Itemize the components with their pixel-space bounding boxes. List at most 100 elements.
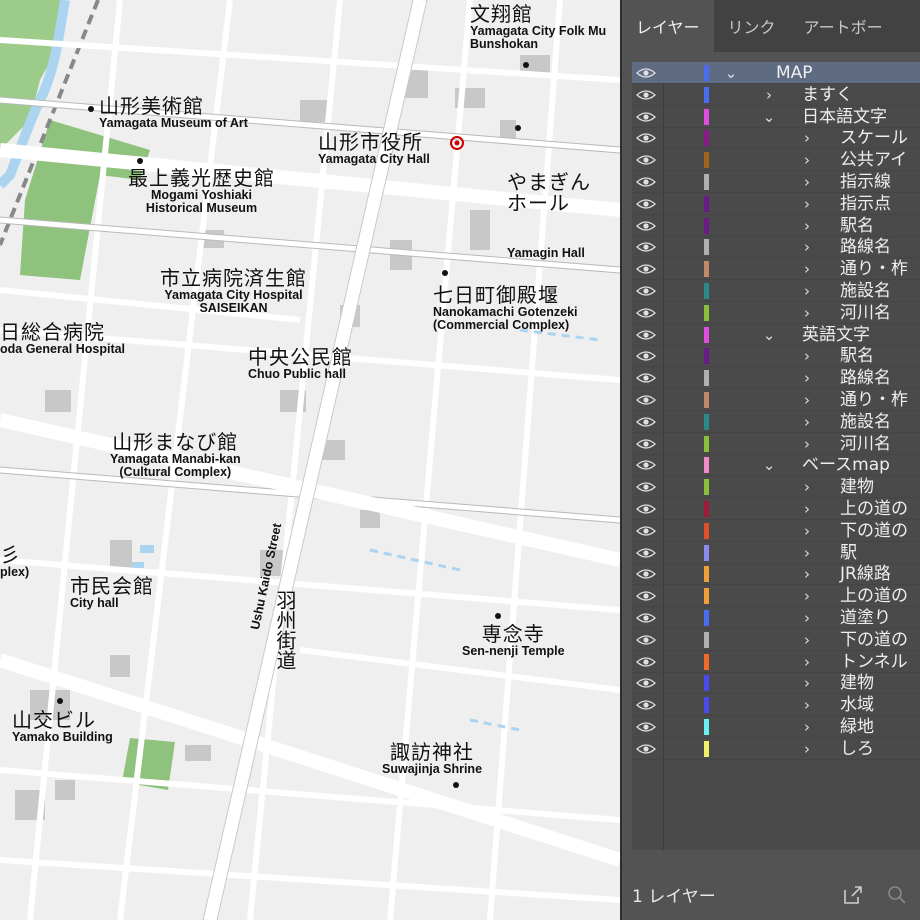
layer-row[interactable]: › 路線名 — [632, 367, 920, 390]
eye-icon[interactable] — [636, 503, 656, 515]
tab-layers[interactable]: レイヤー — [622, 0, 714, 52]
chevron-right-icon[interactable]: › — [800, 651, 814, 673]
eye-icon[interactable] — [636, 547, 656, 559]
eye-icon[interactable] — [636, 459, 656, 471]
layer-row[interactable]: › 通り・柞 — [632, 258, 920, 281]
eye-icon[interactable] — [636, 307, 656, 319]
chevron-down-icon[interactable]: ⌄ — [762, 324, 776, 346]
layer-row[interactable]: › ますく — [632, 84, 920, 106]
eye-icon[interactable] — [636, 154, 656, 166]
chevron-right-icon[interactable]: › — [800, 738, 814, 760]
eye-icon[interactable] — [636, 743, 656, 755]
chevron-right-icon[interactable]: › — [800, 694, 814, 716]
chevron-right-icon[interactable]: › — [800, 629, 814, 651]
chevron-right-icon[interactable]: › — [800, 215, 814, 237]
eye-icon[interactable] — [636, 699, 656, 711]
layer-row[interactable]: › しろ — [632, 738, 920, 760]
chevron-right-icon[interactable]: › — [800, 563, 814, 585]
layer-row[interactable]: › 建物 — [632, 672, 920, 695]
layer-row[interactable]: › 河川名 — [632, 302, 920, 324]
eye-icon[interactable] — [636, 285, 656, 297]
layer-row[interactable]: › 上の道の — [632, 498, 920, 520]
chevron-right-icon[interactable]: › — [800, 236, 814, 258]
layer-row[interactable]: ⌄ ベースmap — [632, 454, 920, 477]
chevron-right-icon[interactable]: › — [800, 367, 814, 389]
eye-icon[interactable] — [636, 89, 656, 101]
layer-row[interactable]: ⌄ 英語文字 — [632, 324, 920, 346]
layer-row[interactable]: › 施設名 — [632, 411, 920, 433]
chevron-right-icon[interactable]: › — [800, 585, 814, 607]
tab-artboards[interactable]: アートボー — [790, 0, 897, 52]
eye-icon[interactable] — [636, 481, 656, 493]
eye-icon[interactable] — [636, 111, 656, 123]
chevron-right-icon[interactable]: › — [800, 520, 814, 542]
eye-icon[interactable] — [636, 198, 656, 210]
layer-row[interactable]: ⌄ 日本語文字 — [632, 106, 920, 128]
layer-row[interactable]: › 上の道の — [632, 585, 920, 608]
chevron-down-icon[interactable]: ⌄ — [724, 62, 738, 84]
chevron-right-icon[interactable]: › — [800, 498, 814, 520]
chevron-right-icon[interactable]: › — [800, 716, 814, 738]
chevron-right-icon[interactable]: › — [800, 280, 814, 302]
eye-icon[interactable] — [636, 590, 656, 602]
layer-row[interactable]: › 路線名 — [632, 236, 920, 259]
eye-icon[interactable] — [636, 656, 656, 668]
chevron-right-icon[interactable]: › — [800, 389, 814, 411]
layer-row[interactable]: › トンネル — [632, 651, 920, 673]
chevron-right-icon[interactable]: › — [800, 193, 814, 215]
export-icon[interactable] — [842, 884, 864, 906]
layer-row[interactable]: › 道塗り — [632, 607, 920, 629]
chevron-right-icon[interactable]: › — [762, 84, 776, 106]
eye-icon[interactable] — [636, 329, 656, 341]
chevron-right-icon[interactable]: › — [800, 433, 814, 455]
eye-icon[interactable] — [636, 438, 656, 450]
layer-row[interactable]: ⌄ MAP — [632, 62, 920, 84]
layer-row[interactable]: › 緑地 — [632, 716, 920, 738]
layer-row[interactable]: › 下の道の — [632, 629, 920, 651]
chevron-right-icon[interactable]: › — [800, 542, 814, 564]
layer-row[interactable]: › 公共アイ — [632, 149, 920, 172]
eye-icon[interactable] — [636, 634, 656, 646]
layer-row[interactable]: › 下の道の — [632, 520, 920, 542]
tab-links[interactable]: リンク — [714, 0, 790, 52]
chevron-right-icon[interactable]: › — [800, 476, 814, 498]
eye-icon[interactable] — [636, 525, 656, 537]
layer-list[interactable]: ⌄ MAP › ますく ⌄ 日本語文字 › スケール › 公共アイ › 指示線 › 指示点 › 駅名 › 路線名 ›… — [632, 62, 920, 850]
layer-row[interactable]: › 水域 — [632, 694, 920, 717]
layer-row[interactable]: › 駅 — [632, 542, 920, 564]
eye-icon[interactable] — [636, 263, 656, 275]
chevron-right-icon[interactable]: › — [800, 345, 814, 367]
eye-icon[interactable] — [636, 394, 656, 406]
search-icon[interactable] — [886, 884, 908, 906]
chevron-right-icon[interactable]: › — [800, 672, 814, 694]
layer-row[interactable]: › 施設名 — [632, 280, 920, 302]
eye-icon[interactable] — [636, 67, 656, 79]
chevron-down-icon[interactable]: ⌄ — [762, 454, 776, 476]
layer-row[interactable]: › JR線路 — [632, 563, 920, 586]
eye-icon[interactable] — [636, 372, 656, 384]
eye-icon[interactable] — [636, 241, 656, 253]
chevron-right-icon[interactable]: › — [800, 411, 814, 433]
chevron-right-icon[interactable]: › — [800, 607, 814, 629]
eye-icon[interactable] — [636, 721, 656, 733]
chevron-right-icon[interactable]: › — [800, 302, 814, 324]
chevron-right-icon[interactable]: › — [800, 171, 814, 193]
layer-row[interactable]: › 駅名 — [632, 215, 920, 237]
eye-icon[interactable] — [636, 220, 656, 232]
eye-icon[interactable] — [636, 350, 656, 362]
eye-icon[interactable] — [636, 176, 656, 188]
layer-row[interactable]: › 指示線 — [632, 171, 920, 193]
layer-row[interactable]: › 指示点 — [632, 193, 920, 215]
chevron-right-icon[interactable]: › — [800, 127, 814, 149]
layer-row[interactable]: › 河川名 — [632, 433, 920, 455]
chevron-down-icon[interactable]: ⌄ — [762, 106, 776, 128]
chevron-right-icon[interactable]: › — [800, 149, 814, 171]
eye-icon[interactable] — [636, 568, 656, 580]
layer-row[interactable]: › スケール — [632, 127, 920, 150]
eye-icon[interactable] — [636, 132, 656, 144]
layer-row[interactable]: › 建物 — [632, 476, 920, 499]
chevron-right-icon[interactable]: › — [800, 258, 814, 280]
eye-icon[interactable] — [636, 612, 656, 624]
layer-row[interactable]: › 駅名 — [632, 345, 920, 368]
eye-icon[interactable] — [636, 677, 656, 689]
